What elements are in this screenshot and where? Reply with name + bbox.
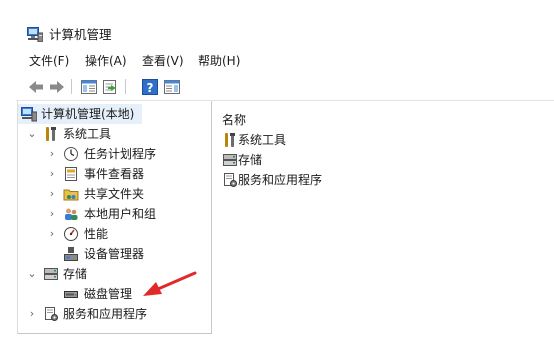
event-viewer-icon — [63, 166, 79, 182]
tree-label: 事件查看器 — [84, 167, 145, 181]
menu-view[interactable]: 查看(V) — [142, 52, 184, 70]
system-tools-icon — [222, 132, 238, 148]
toolbar: ? — [0, 74, 554, 100]
tree-item-local-users-groups[interactable]: › 本地用户和组 — [18, 204, 210, 224]
forward-icon[interactable] — [48, 78, 66, 96]
chevron-right-icon[interactable]: › — [47, 164, 57, 184]
chevron-right-icon[interactable]: › — [47, 184, 57, 204]
tree-label: 设备管理器 — [84, 247, 145, 261]
services-icon — [222, 172, 238, 188]
performance-icon — [63, 226, 79, 242]
help-icon[interactable]: ? — [141, 78, 159, 96]
toolbar-separator — [71, 79, 72, 94]
tree-label: 磁盘管理 — [84, 287, 133, 301]
shared-folder-icon — [63, 186, 79, 202]
list-item-label: 存储 — [238, 153, 263, 167]
chevron-down-icon[interactable]: ⌄ — [27, 264, 37, 284]
clock-icon — [63, 146, 79, 162]
menu-file[interactable]: 文件(F) — [29, 52, 69, 70]
chevron-right-icon[interactable]: › — [27, 304, 37, 324]
menu-help[interactable]: 帮助(H) — [198, 52, 240, 70]
tree-item-event-viewer[interactable]: › 事件查看器 — [18, 164, 210, 184]
chevron-down-icon[interactable]: ⌄ — [27, 124, 37, 144]
action-pane-icon[interactable] — [163, 78, 181, 96]
computer-management-icon — [27, 27, 44, 43]
chevron-right-icon[interactable]: › — [47, 224, 57, 244]
computer-management-icon — [21, 106, 38, 122]
column-header-name[interactable]: 名称 — [222, 111, 246, 128]
list-item-storage[interactable]: 存储 — [222, 150, 422, 170]
tree-item-task-scheduler[interactable]: › 任务计划程序 — [18, 144, 210, 164]
list-item-label: 系统工具 — [238, 133, 287, 147]
show-hide-tree-icon[interactable] — [80, 78, 98, 96]
tree-item-device-manager[interactable]: 设备管理器 — [18, 244, 210, 264]
tree-label: 任务计划程序 — [84, 147, 157, 161]
list-item-label: 服务和应用程序 — [238, 173, 323, 187]
tree-label: 性能 — [84, 227, 109, 241]
tree-item-computer-management-local[interactable]: 计算机管理(本地) — [18, 104, 210, 124]
storage-icon — [43, 266, 59, 282]
tree-label: 存储 — [63, 267, 88, 281]
tree-label: 系统工具 — [63, 127, 112, 141]
disk-drive-icon — [63, 286, 79, 302]
users-icon — [63, 206, 79, 222]
services-icon — [43, 306, 59, 322]
storage-icon — [222, 152, 238, 168]
toolbar-separator — [125, 79, 126, 94]
system-tools-icon — [43, 126, 59, 142]
tree-item-shared-folders[interactable]: › 共享文件夹 — [18, 184, 210, 204]
menu-action[interactable]: 操作(A) — [85, 52, 127, 70]
back-icon[interactable] — [27, 78, 45, 96]
tree-label: 服务和应用程序 — [63, 307, 148, 321]
tree-label: 计算机管理(本地) — [41, 107, 135, 121]
tree-label: 共享文件夹 — [84, 187, 145, 201]
red-arrow-annotation — [143, 271, 197, 296]
export-list-icon[interactable] — [102, 78, 120, 96]
tree-item-performance[interactable]: › 性能 — [18, 224, 210, 244]
tree-label: 本地用户和组 — [84, 207, 157, 221]
tree-item-system-tools[interactable]: ⌄ 系统工具 — [18, 124, 210, 144]
svg-text:?: ? — [147, 81, 154, 95]
window-title: 计算机管理 — [49, 27, 112, 42]
list-item-system-tools[interactable]: 系统工具 — [222, 130, 422, 150]
chevron-right-icon[interactable]: › — [47, 144, 57, 164]
tree-item-services-applications[interactable]: › 服务和应用程序 — [18, 304, 210, 324]
content-pane: 名称 系统工具 存储 服务和应用程序 — [213, 101, 554, 333]
title-bar: 计算机管理 — [0, 0, 554, 44]
menu-bar: 文件(F) 操作(A) 查看(V) 帮助(H) — [0, 52, 554, 70]
chevron-right-icon[interactable]: › — [47, 204, 57, 224]
list-item-services-applications[interactable]: 服务和应用程序 — [222, 170, 422, 190]
device-manager-icon — [63, 246, 79, 262]
